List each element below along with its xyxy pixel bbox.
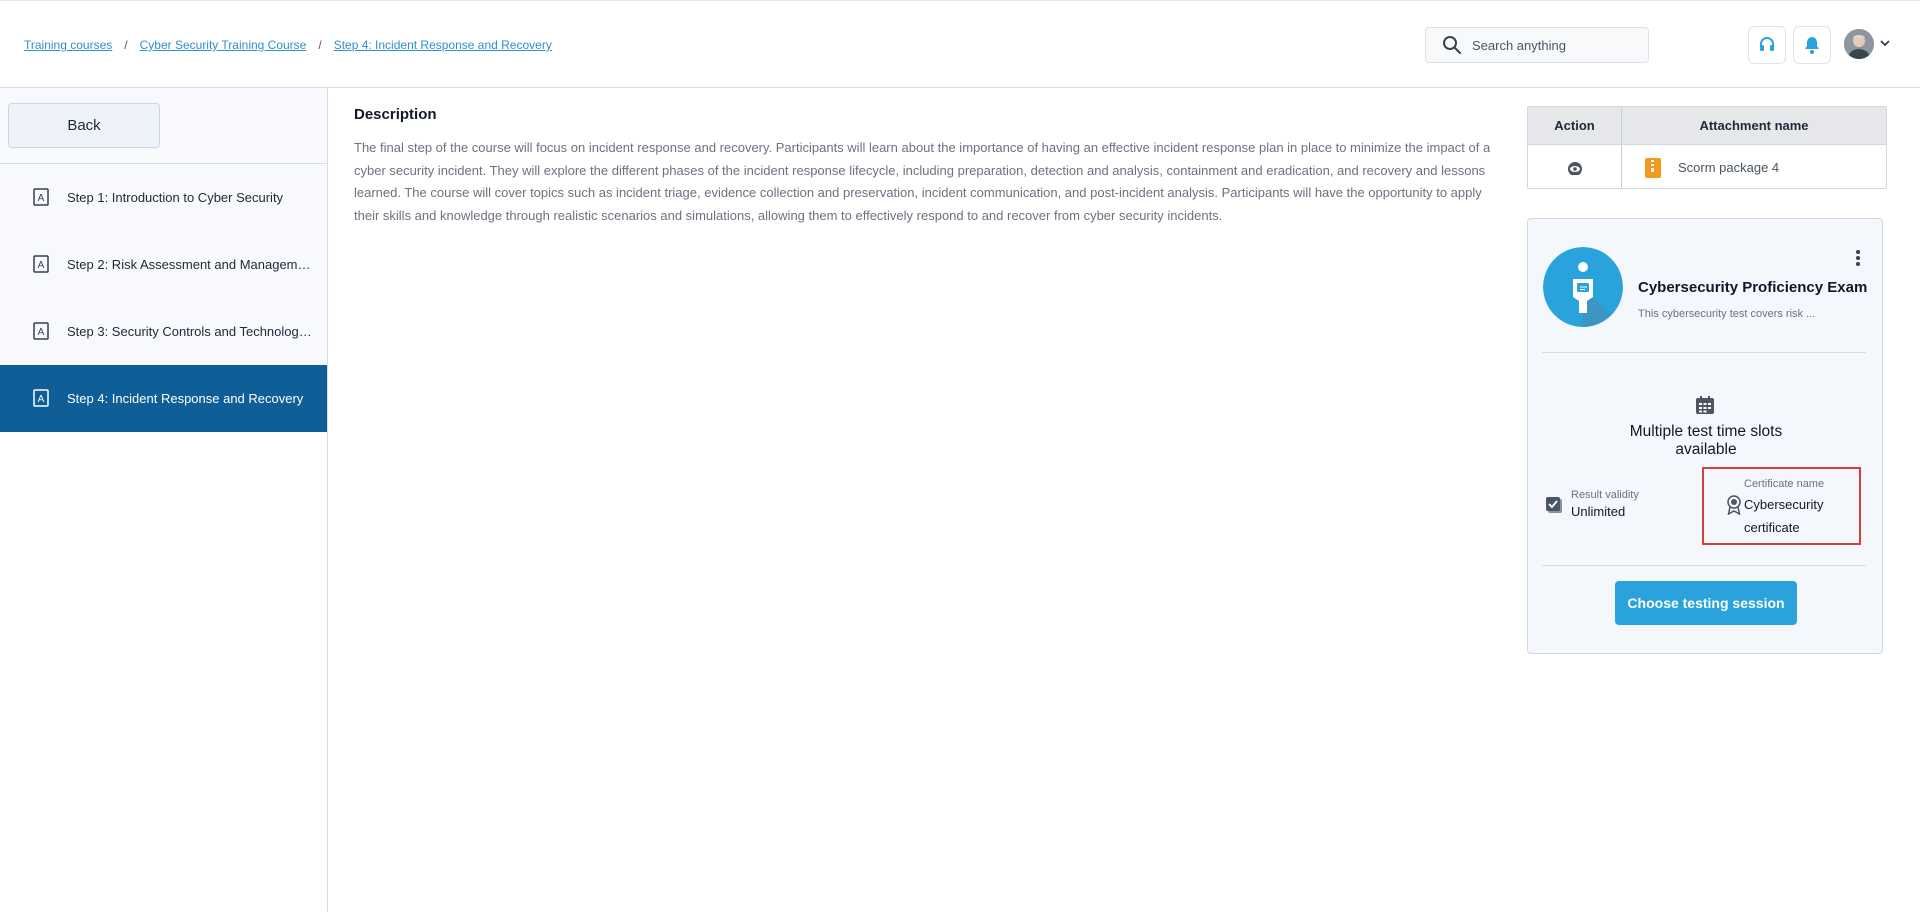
more-options-icon[interactable] xyxy=(1855,249,1861,267)
breadcrumb-course[interactable]: Cyber Security Training Course xyxy=(140,38,307,52)
breadcrumb-current-step[interactable]: Step 4: Incident Response and Recovery xyxy=(334,38,552,52)
step-label: Step 2: Risk Assessment and Management xyxy=(67,257,312,272)
attachments-header: Action Attachment name xyxy=(1528,107,1886,144)
certificate-name-label: Certificate name xyxy=(1744,478,1825,490)
breadcrumb-separator: / xyxy=(124,38,128,52)
back-area: Back xyxy=(0,88,327,164)
search-icon xyxy=(1443,36,1461,54)
sidebar: Back A Step 1: Introduction to Cyber Sec… xyxy=(0,88,328,912)
exam-card: Cybersecurity Proficiency Exam This cybe… xyxy=(1527,218,1883,654)
eye-icon[interactable] xyxy=(1566,161,1584,175)
table-row: Scorm package 4 xyxy=(1528,144,1886,188)
column-header-attachment-name: Attachment name xyxy=(1699,118,1809,133)
exam-logo xyxy=(1543,247,1623,327)
certificate-badge-icon xyxy=(1727,495,1741,515)
exam-title: Cybersecurity Proficiency Exam xyxy=(1638,279,1868,296)
sidebar-step-3[interactable]: A Step 3: Security Controls and Technolo… xyxy=(0,298,327,365)
svg-text:A: A xyxy=(38,193,45,204)
top-bar: Training courses / Cyber Security Traini… xyxy=(0,0,1920,88)
user-avatar[interactable] xyxy=(1844,29,1874,59)
step-label: Step 1: Introduction to Cyber Security xyxy=(67,190,284,205)
column-header-action: Action xyxy=(1528,107,1622,144)
result-validity-label: Result validity xyxy=(1571,489,1639,501)
action-cell xyxy=(1528,145,1622,188)
breadcrumb: Training courses / Cyber Security Traini… xyxy=(24,38,552,52)
svg-text:A: A xyxy=(38,260,45,271)
notifications-button[interactable] xyxy=(1793,26,1831,64)
step-label: Step 3: Security Controls and Technologi… xyxy=(67,324,312,339)
search-input[interactable]: Search anything xyxy=(1425,27,1649,63)
certificate-name-value: Cybersecurity certificate xyxy=(1744,497,1824,535)
step-document-icon: A xyxy=(33,389,49,407)
step-document-icon: A xyxy=(33,255,49,273)
exam-divider xyxy=(1542,352,1866,353)
calendar-icon xyxy=(1696,396,1714,414)
step-document-icon: A xyxy=(33,322,49,340)
breadcrumb-training-courses[interactable]: Training courses xyxy=(24,38,112,52)
chevron-down-icon[interactable] xyxy=(1880,39,1890,47)
sidebar-step-2[interactable]: A Step 2: Risk Assessment and Management xyxy=(0,231,327,298)
headset-icon xyxy=(1760,37,1774,51)
time-slots-text: Multiple test time slots available xyxy=(1629,423,1783,458)
step-label: Step 4: Incident Response and Recovery xyxy=(67,391,304,406)
checkbox-icon xyxy=(1546,497,1562,513)
attachment-name: Scorm package 4 xyxy=(1678,160,1780,175)
breadcrumb-separator: / xyxy=(318,38,322,52)
choose-testing-session-button[interactable]: Choose testing session xyxy=(1615,581,1797,625)
bell-icon xyxy=(1805,37,1819,54)
search-placeholder: Search anything xyxy=(1472,37,1566,53)
sidebar-step-4[interactable]: A Step 4: Incident Response and Recovery xyxy=(0,365,327,432)
svg-text:A: A xyxy=(38,327,45,338)
description-text: The final step of the course will focus … xyxy=(354,140,1491,223)
description-heading: Description xyxy=(354,106,437,123)
exam-subtitle: This cybersecurity test covers risk ... xyxy=(1638,308,1816,320)
certificate-info: Certificate name Cybersecurity certifica… xyxy=(1702,467,1861,545)
result-validity-value: Unlimited xyxy=(1571,504,1626,519)
attachment-name-cell[interactable]: Scorm package 4 xyxy=(1622,145,1886,188)
description-section: Description The final step of the course… xyxy=(354,106,1506,227)
back-button[interactable]: Back xyxy=(8,103,160,148)
sidebar-step-1[interactable]: A Step 1: Introduction to Cyber Security xyxy=(0,164,327,231)
step-document-icon: A xyxy=(33,188,49,206)
support-button[interactable] xyxy=(1748,26,1786,64)
exam-divider xyxy=(1542,565,1866,566)
zip-file-icon xyxy=(1645,157,1661,178)
attachments-table: Action Attachment name Scorm package 4 xyxy=(1527,106,1887,189)
svg-text:A: A xyxy=(38,394,45,405)
